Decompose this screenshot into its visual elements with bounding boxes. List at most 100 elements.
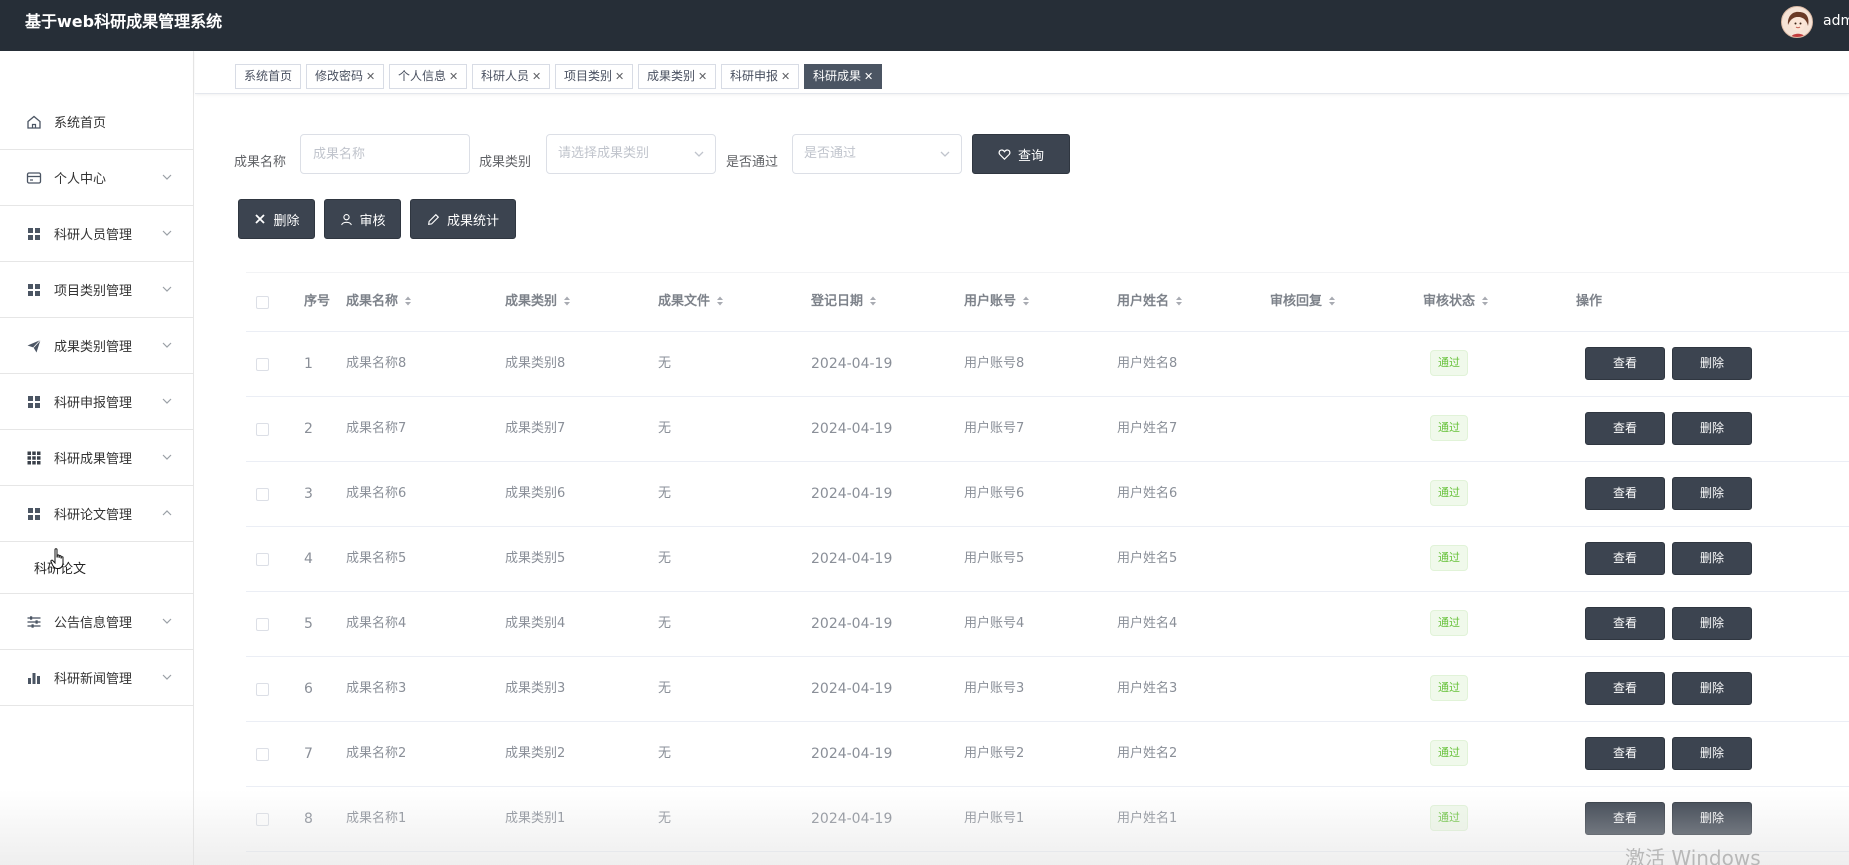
cell-name: 成果名称3 (346, 681, 407, 696)
row-checkbox[interactable] (256, 748, 269, 761)
column-header-label: 审核状态 (1423, 294, 1476, 309)
row-checkbox[interactable] (256, 553, 269, 566)
tab-7[interactable]: 科研申报 ✕ (721, 64, 800, 89)
cell-date: 2024-04-19 (811, 616, 893, 632)
query-button[interactable]: 查询 (972, 134, 1070, 174)
status-badge: 通过 (1430, 415, 1468, 441)
tab-3[interactable]: 个人信息 ✕ (389, 64, 468, 89)
view-button[interactable]: 查看 (1585, 347, 1665, 380)
sort-icon[interactable] (1475, 294, 1489, 309)
name-search-input[interactable] (300, 134, 470, 174)
sidebar-item-label: 科研新闻管理 (54, 672, 133, 687)
view-button[interactable]: 查看 (1585, 542, 1665, 575)
sidebar-item-5[interactable]: 成果类别管理 (0, 318, 193, 374)
stats-button[interactable]: 成果统计 (410, 199, 516, 239)
view-button[interactable]: 查看 (1585, 607, 1665, 640)
column-header: 操作 (1576, 273, 1602, 331)
sidebar-item-7[interactable]: 科研成果管理 (0, 430, 193, 486)
tab-6[interactable]: 成果类别 ✕ (638, 64, 717, 89)
view-button[interactable]: 查看 (1585, 802, 1665, 835)
cell-idx: 8 (304, 811, 313, 827)
sidebar-item-label: 系统首页 (54, 116, 107, 131)
cell-date: 2024-04-19 (811, 811, 893, 827)
row-checkbox[interactable] (256, 423, 269, 436)
row-checkbox[interactable] (256, 488, 269, 501)
cell-file: 无 (658, 616, 672, 631)
sort-icon[interactable] (1322, 294, 1336, 309)
delete-button[interactable]: 删除 (1672, 477, 1752, 510)
top-header: 基于web科研成果管理系统 adm (0, 0, 1849, 51)
view-button[interactable]: 查看 (1585, 412, 1665, 445)
delete-button[interactable]: 删除 (1672, 672, 1752, 705)
delete-button[interactable]: 删除 (1672, 412, 1752, 445)
sliders-icon (26, 614, 42, 630)
user-avatar-icon (1782, 7, 1812, 37)
column-header-label: 成果类别 (505, 294, 558, 309)
cell-uname: 用户姓名7 (1117, 421, 1178, 436)
cell-account: 用户账号5 (964, 551, 1025, 566)
delete-button[interactable]: 删除 (1672, 737, 1752, 770)
cell-type: 成果类别5 (505, 551, 566, 566)
column-header: 成果类别 (505, 273, 571, 331)
cell-date: 2024-04-19 (811, 356, 893, 372)
passed-select[interactable]: 是否通过 (792, 134, 962, 174)
row-checkbox[interactable] (256, 813, 269, 826)
sort-icon[interactable] (710, 294, 724, 309)
sidebar-item-3[interactable]: 科研人员管理 (0, 206, 193, 262)
type-search-label: 成果类别 (479, 155, 532, 170)
submenu-item-papers[interactable]: 科研论文 (0, 542, 193, 594)
batch-delete-button[interactable]: 删除 (238, 199, 315, 239)
username[interactable]: adm (1823, 0, 1849, 42)
sort-icon[interactable] (398, 294, 412, 309)
delete-button[interactable]: 删除 (1672, 542, 1752, 575)
row-checkbox[interactable] (256, 683, 269, 696)
sort-icon[interactable] (863, 294, 877, 309)
close-icon[interactable]: ✕ (615, 70, 624, 83)
close-icon[interactable]: ✕ (449, 70, 458, 83)
row-checkbox[interactable] (256, 618, 269, 631)
tab-4[interactable]: 科研人员 ✕ (472, 64, 551, 89)
cell-uname: 用户姓名3 (1117, 681, 1178, 696)
sort-icon[interactable] (1016, 294, 1030, 309)
sidebar-item-6[interactable]: 科研申报管理 (0, 374, 193, 430)
view-button[interactable]: 查看 (1585, 477, 1665, 510)
close-icon[interactable]: ✕ (698, 70, 707, 83)
sort-icon[interactable] (1169, 294, 1183, 309)
cell-type: 成果类别7 (505, 421, 566, 436)
sidebar-item-4[interactable]: 项目类别管理 (0, 262, 193, 318)
tab-1[interactable]: 系统首页 (235, 64, 302, 89)
view-button[interactable]: 查看 (1585, 737, 1665, 770)
view-button[interactable]: 查看 (1585, 672, 1665, 705)
row-checkbox[interactable] (256, 358, 269, 371)
delete-button[interactable]: 删除 (1672, 607, 1752, 640)
select-all-checkbox[interactable] (256, 296, 269, 309)
table-header: 序号 成果名称 成果类别 成果文件 登记日期 用户账号 用户姓名 审核回复 审核状态 操作 (246, 272, 1849, 332)
sort-icon[interactable] (557, 294, 571, 309)
cell-date: 2024-04-19 (811, 681, 893, 697)
cell-file: 无 (658, 681, 672, 696)
sidebar-item-9[interactable]: 公告信息管理 (0, 594, 193, 650)
delete-button[interactable]: 删除 (1672, 347, 1752, 380)
sidebar-item-2[interactable]: 个人中心 (0, 150, 193, 206)
close-icon[interactable]: ✕ (864, 70, 873, 83)
review-button[interactable]: 审核 (324, 199, 401, 239)
query-button-label: 查询 (1017, 148, 1044, 164)
avatar[interactable] (1781, 6, 1813, 38)
tab-2[interactable]: 修改密码 ✕ (306, 64, 385, 89)
close-icon[interactable]: ✕ (366, 70, 375, 83)
close-icon[interactable]: ✕ (532, 70, 541, 83)
column-header: 审核回复 (1270, 273, 1336, 331)
cell-type: 成果类别8 (505, 356, 566, 371)
cell-file: 无 (658, 356, 672, 371)
cell-file: 无 (658, 421, 672, 436)
delete-button[interactable]: 删除 (1672, 802, 1752, 835)
type-select[interactable]: 请选择成果类别 (546, 134, 716, 174)
close-icon (253, 212, 267, 226)
tab-5[interactable]: 项目类别 ✕ (555, 64, 634, 89)
close-icon[interactable]: ✕ (781, 70, 790, 83)
tab-8[interactable]: 科研成果 ✕ (804, 64, 883, 89)
sidebar-item-1[interactable]: 系统首页 (0, 94, 193, 150)
sidebar-item-8[interactable]: 科研论文管理 (0, 486, 193, 542)
sidebar-item-10[interactable]: 科研新闻管理 (0, 650, 193, 706)
column-header-label: 成果名称 (346, 294, 399, 309)
